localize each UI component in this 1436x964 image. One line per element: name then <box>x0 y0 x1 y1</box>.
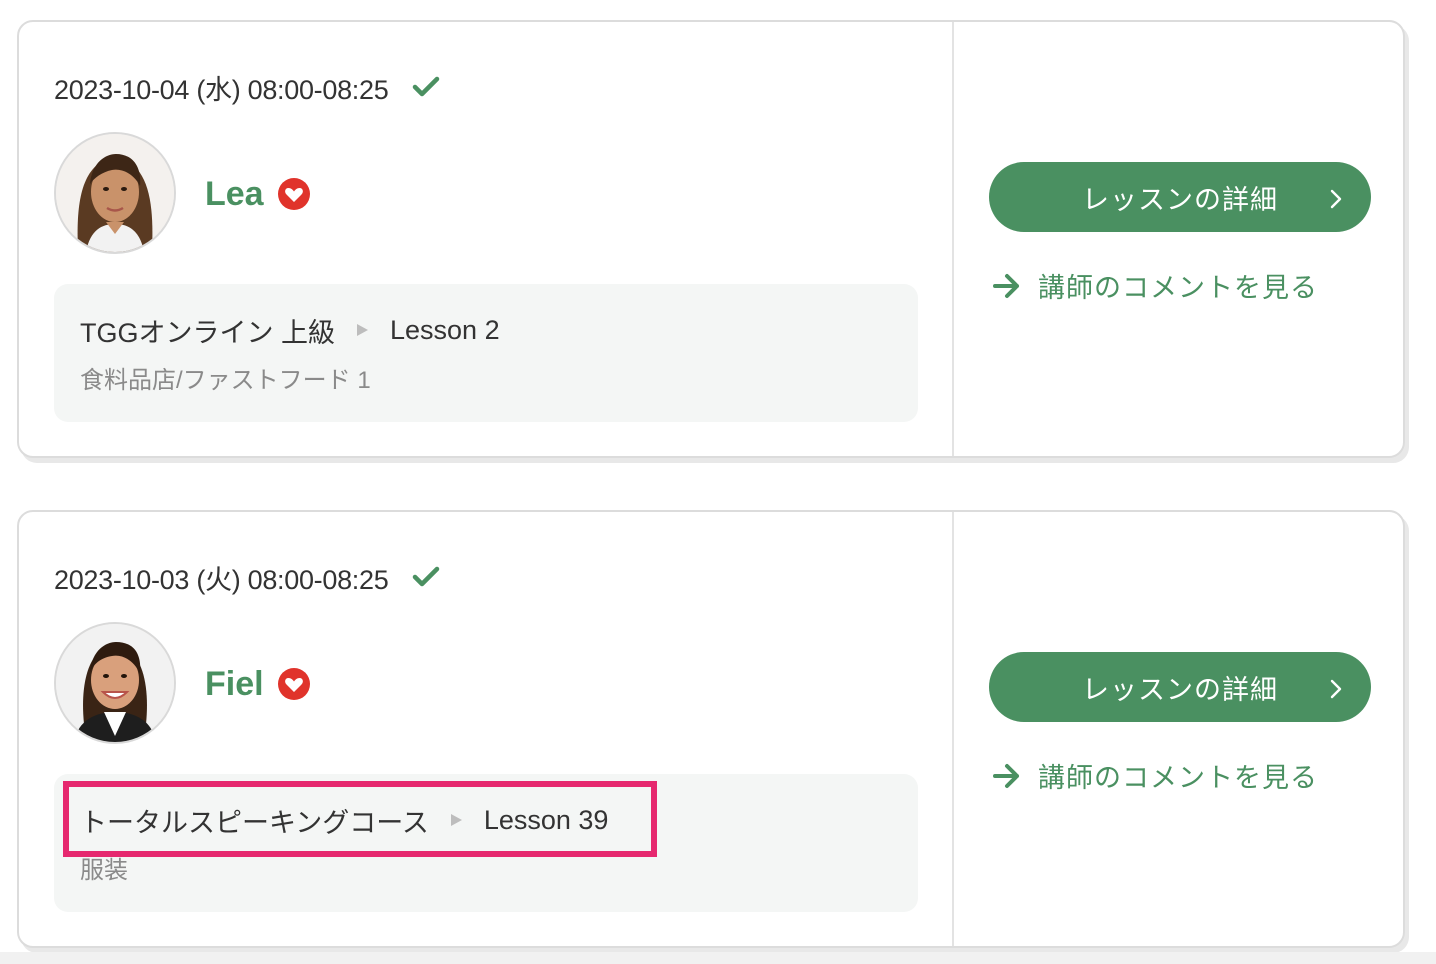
lesson-card: 2023-10-04 (水) 08:00-08:25 Lea TGGオンライン … <box>17 20 1405 458</box>
lesson-info: 2023-10-04 (水) 08:00-08:25 Lea TGGオンライン … <box>19 22 953 456</box>
lesson-number: Lesson 39 <box>483 804 609 835</box>
lesson-info: 2023-10-03 (火) 08:00-08:25 Fiel トータルスピーキ… <box>19 512 953 946</box>
lesson-datetime: 2023-10-04 (水) 08:00-08:25 <box>54 74 389 105</box>
lesson-detail-button[interactable]: レッスンの詳細 <box>989 652 1371 722</box>
lesson-detail-label: レッスンの詳細 <box>1082 674 1278 705</box>
heart-icon[interactable] <box>277 178 310 210</box>
arrow-right-icon <box>992 272 1022 300</box>
chevron-right-icon <box>1329 676 1343 699</box>
course-box: トータルスピーキングコース Lesson 39 服装 <box>54 774 918 912</box>
teacher-comment-label: 講師のコメントを見る <box>1038 763 1318 793</box>
lesson-actions: レッスンの詳細 講師のコメントを見る <box>954 512 1403 946</box>
course-name: TGGオンライン 上級 <box>80 317 335 348</box>
teacher-avatar[interactable] <box>54 132 176 254</box>
lesson-datetime: 2023-10-03 (火) 08:00-08:25 <box>54 564 389 595</box>
lesson-datetime-row: 2023-10-04 (水) 08:00-08:25 <box>54 67 440 107</box>
teacher-row: Lea <box>205 172 310 216</box>
lesson-number: Lesson 2 <box>390 314 500 345</box>
course-row: TGGオンライン 上級 Lesson 2 <box>80 312 500 348</box>
lesson-topic: 食料品店/ファストフード 1 <box>80 367 371 394</box>
teacher-row: Fiel <box>205 662 310 706</box>
teacher-name[interactable]: Lea <box>205 175 264 214</box>
triangle-right-icon <box>357 324 368 336</box>
arrow-right-icon <box>992 762 1022 790</box>
chevron-right-icon <box>1329 186 1343 209</box>
lesson-actions: レッスンの詳細 講師のコメントを見る <box>954 22 1403 456</box>
lesson-datetime-row: 2023-10-03 (火) 08:00-08:25 <box>54 557 440 597</box>
teacher-name[interactable]: Fiel <box>205 665 264 704</box>
teacher-comment-label: 講師のコメントを見る <box>1038 273 1318 303</box>
lesson-card: 2023-10-03 (火) 08:00-08:25 Fiel トータルスピーキ… <box>17 510 1405 948</box>
check-icon <box>412 565 440 589</box>
course-name: トータルスピーキングコース <box>80 807 429 838</box>
check-icon <box>412 75 440 99</box>
teacher-avatar[interactable] <box>54 622 176 744</box>
course-box: TGGオンライン 上級 Lesson 2 食料品店/ファストフード 1 <box>54 284 918 422</box>
page-bottom-edge <box>0 952 1436 964</box>
triangle-right-icon <box>450 814 462 826</box>
teacher-comment-link[interactable]: 講師のコメントを見る <box>992 756 1318 795</box>
lesson-history-page: 2023-10-04 (水) 08:00-08:25 Lea TGGオンライン … <box>0 0 1436 964</box>
lesson-detail-label: レッスンの詳細 <box>1082 184 1278 215</box>
teacher-comment-link[interactable]: 講師のコメントを見る <box>992 266 1318 305</box>
heart-icon[interactable] <box>277 668 310 700</box>
lesson-detail-button[interactable]: レッスンの詳細 <box>989 162 1371 232</box>
course-row: トータルスピーキングコース Lesson 39 <box>80 802 608 838</box>
lesson-topic: 服装 <box>80 857 128 884</box>
